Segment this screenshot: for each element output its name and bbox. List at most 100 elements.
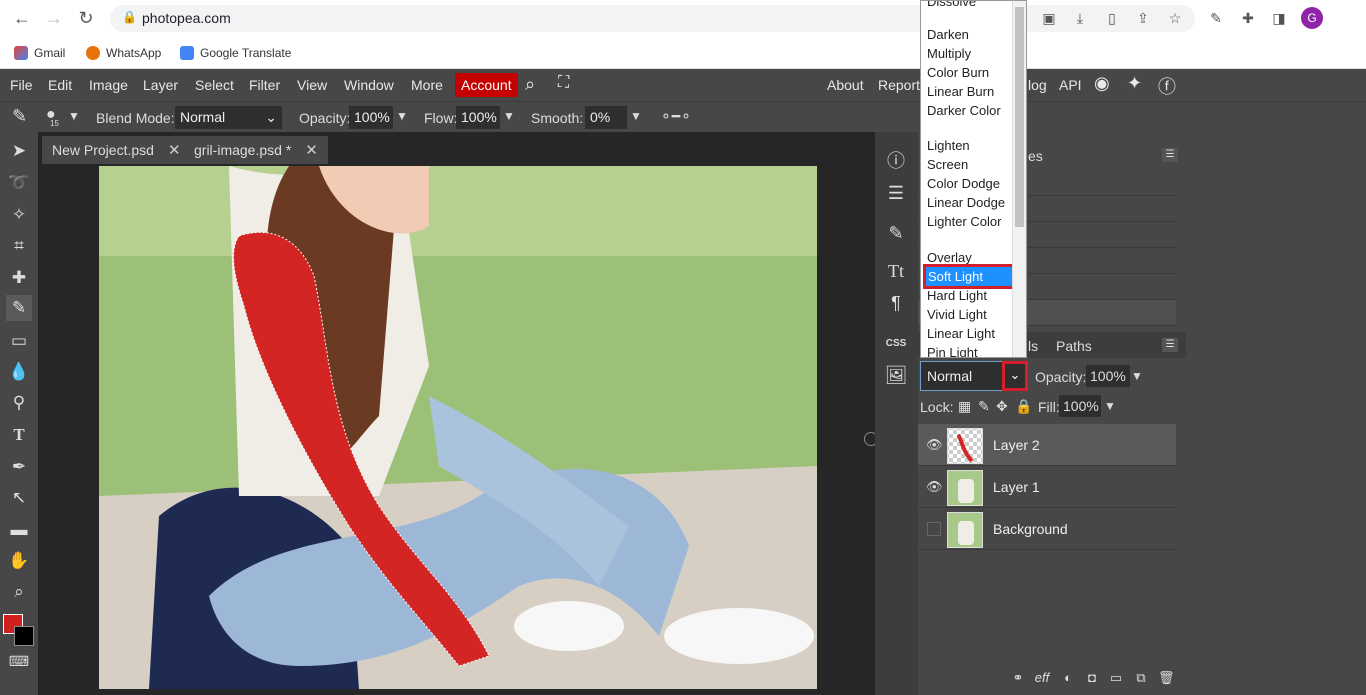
smooth-arrow-icon[interactable]: ▼	[630, 109, 642, 123]
menu-file[interactable]: File	[10, 77, 33, 93]
paragraph-icon[interactable]: ¶	[883, 290, 909, 316]
blend-option[interactable]: Lighten	[927, 136, 1017, 155]
adjustment-layer-icon[interactable]: ◐	[1060, 670, 1076, 686]
shape-tool-icon[interactable]: ▬	[6, 517, 32, 543]
hand-tool-icon[interactable]: ✋	[6, 548, 32, 574]
eye-icon[interactable]: 👁	[926, 479, 943, 495]
keyboard-icon[interactable]: ⌨	[6, 648, 32, 674]
twitter-icon[interactable]: ✦	[1127, 73, 1142, 94]
menu-image[interactable]: Image	[89, 77, 128, 93]
info-icon[interactable]: ⓘ	[883, 148, 909, 174]
blend-option[interactable]: Color Dodge	[927, 174, 1017, 193]
blend-mode-select[interactable]: Normal ⌄	[175, 106, 282, 129]
menu-window[interactable]: Window	[344, 77, 394, 93]
facebook-icon[interactable]: ⓕ	[1158, 73, 1176, 99]
screenshot-icon[interactable]: ▣	[1040, 9, 1058, 27]
pen-tool-icon[interactable]: ✒	[6, 454, 32, 480]
healing-tool-icon[interactable]: ✚	[6, 265, 32, 291]
link-icon[interactable]: ⚭	[1010, 670, 1026, 686]
pressure-toggle-icon[interactable]: ⚬━⚬	[660, 108, 692, 125]
eye-icon[interactable]: 👁	[926, 437, 943, 453]
layer-row-layer2[interactable]: 👁 Layer 2	[918, 424, 1176, 466]
fill-input[interactable]: 100%	[1059, 395, 1101, 417]
lock-all-icon[interactable]: 🔒	[1015, 398, 1032, 415]
layer-row-layer1[interactable]: 👁 Layer 1	[918, 466, 1176, 508]
adjustments-icon[interactable]: ☰	[883, 180, 909, 206]
menu-layer[interactable]: Layer	[143, 77, 178, 93]
tab-layers[interactable]: ls	[1028, 338, 1038, 354]
blend-option[interactable]: Screen	[927, 155, 1017, 174]
menu-api[interactable]: API	[1059, 77, 1082, 93]
type-tool-icon[interactable]: T	[6, 422, 32, 448]
folder-icon[interactable]: ▭	[1108, 670, 1124, 686]
panel-menu-icon[interactable]: ☰	[1162, 338, 1178, 352]
blur-tool-icon[interactable]: 💧	[6, 359, 32, 385]
fill-arrow-icon[interactable]: ▼	[1104, 399, 1116, 413]
brush-preset-arrow-icon[interactable]: ▼	[68, 109, 80, 123]
close-icon[interactable]: ✕	[305, 142, 318, 159]
menu-blog[interactable]: log	[1028, 77, 1047, 93]
eyedropper-icon[interactable]: ✎	[1207, 9, 1225, 27]
address-bar[interactable]: 🔒 photopea.com	[110, 5, 1195, 32]
brush-settings-icon[interactable]: ✎	[883, 220, 909, 246]
path-select-icon[interactable]: ↖	[6, 485, 32, 511]
gradient-tool-icon[interactable]: ▭	[6, 328, 32, 354]
forward-icon[interactable]: →	[42, 7, 66, 29]
share-icon[interactable]: ⇪	[1134, 9, 1152, 27]
menu-filter[interactable]: Filter	[249, 77, 280, 93]
extensions-icon[interactable]: ✚	[1239, 9, 1257, 27]
profile-avatar[interactable]: G	[1301, 7, 1323, 29]
blend-option[interactable]: Multiply	[927, 44, 1017, 63]
bookmark-google-translate[interactable]: Google Translate	[180, 46, 291, 60]
menu-select[interactable]: Select	[195, 77, 234, 93]
layer-opacity-input[interactable]: 100%	[1086, 365, 1130, 387]
image-canvas[interactable]	[99, 166, 817, 689]
menu-edit[interactable]: Edit	[48, 77, 72, 93]
menu-more[interactable]: More	[411, 77, 443, 93]
zoom-tool-icon[interactable]: ⌕	[6, 579, 32, 605]
brush-tool-icon[interactable]: ✎	[6, 295, 32, 321]
scrollbar-thumb[interactable]	[1015, 7, 1024, 227]
sidepanel-icon[interactable]: ◨	[1270, 9, 1288, 27]
menu-about[interactable]: About	[827, 77, 864, 93]
opacity-arrow-icon[interactable]: ▼	[396, 109, 408, 123]
menu-view[interactable]: View	[297, 77, 327, 93]
opacity-arrow-icon[interactable]: ▼	[1131, 369, 1143, 383]
tab-new-project[interactable]: New Project.psd ✕	[42, 136, 191, 164]
blend-option[interactable]: Darker Color	[927, 101, 1017, 120]
blend-option[interactable]: Lighter Color	[927, 212, 1017, 231]
effects-icon[interactable]: eff	[1034, 670, 1050, 686]
install-icon[interactable]: ⤓	[1071, 9, 1089, 27]
chevron-down-icon[interactable]: ⌄	[1002, 361, 1028, 391]
bookmark-star-icon[interactable]: ☆	[1166, 9, 1184, 27]
dodge-tool-icon[interactable]: ⚲	[6, 390, 32, 416]
opacity-input[interactable]: 100%	[349, 106, 393, 129]
bookmark-whatsapp[interactable]: WhatsApp	[86, 46, 161, 60]
tab-paths[interactable]: Paths	[1056, 338, 1092, 354]
flow-arrow-icon[interactable]: ▼	[503, 109, 515, 123]
reddit-icon[interactable]: ◉	[1094, 73, 1110, 94]
magic-wand-icon[interactable]: ✧	[6, 202, 32, 228]
lock-paint-icon[interactable]: ✎	[978, 398, 990, 415]
menu-report[interactable]: Report	[878, 77, 920, 93]
fullscreen-icon[interactable]: ⛶	[558, 74, 569, 92]
blend-option[interactable]: Linear Burn	[927, 82, 1017, 101]
blend-option[interactable]: Linear Dodge	[927, 193, 1017, 212]
crop-tool-icon[interactable]: ⌗	[6, 233, 32, 259]
dropdown-scrollbar[interactable]	[1012, 1, 1026, 357]
blend-option[interactable]: Dissolve	[927, 1, 1017, 11]
blend-option[interactable]: Vivid Light	[927, 305, 1017, 324]
character-icon[interactable]: Tt	[883, 258, 909, 284]
back-icon[interactable]: ←	[10, 7, 34, 29]
mask-icon[interactable]: ◘	[1084, 670, 1100, 686]
lock-move-icon[interactable]: ✥	[996, 398, 1008, 415]
lock-transparency-icon[interactable]: ▦	[958, 398, 971, 415]
blend-option[interactable]: Color Burn	[927, 63, 1017, 82]
bookmark-gmail[interactable]: Gmail	[14, 46, 65, 60]
search-icon[interactable]: ⌕	[525, 74, 535, 95]
panel-menu-icon[interactable]: ☰	[1162, 148, 1178, 162]
visibility-checkbox[interactable]	[927, 522, 941, 536]
lasso-tool-icon[interactable]: ➰	[6, 170, 32, 196]
page-icon[interactable]: ▯	[1103, 9, 1121, 27]
tab-gril-image[interactable]: gril-image.psd * ✕	[184, 136, 328, 164]
